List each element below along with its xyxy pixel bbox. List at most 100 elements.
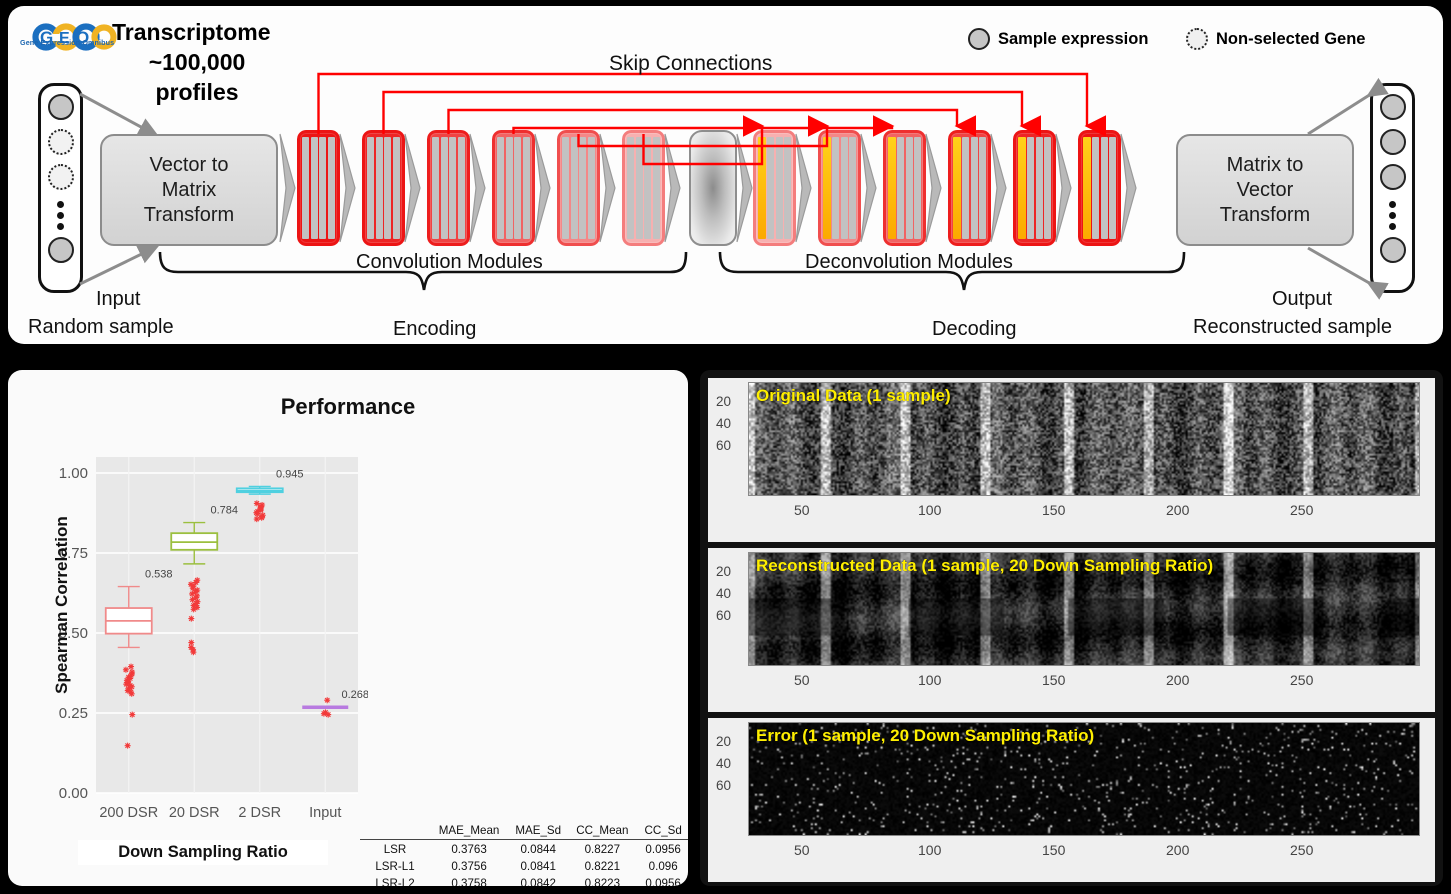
module-gray-bar — [319, 137, 326, 238]
heatmap-xtick: 100 — [918, 842, 941, 858]
outlier — [190, 649, 196, 655]
heatmap-title-reconstructed: Reconstructed Data (1 sample, 20 Down Sa… — [756, 556, 1213, 576]
boxplot-ytick: 0.00 — [59, 785, 88, 802]
module-gray-bar — [1027, 137, 1034, 238]
convolution-modules-label: Convolution Modules — [356, 251, 543, 274]
module-gray-bar — [579, 137, 586, 238]
boxplot-xtick: 200 DSR — [99, 805, 158, 821]
table-cell-value: 0.0956 — [636, 840, 688, 858]
module-gray-bar — [302, 137, 309, 238]
module-gray-bar — [962, 137, 969, 238]
outlier — [123, 667, 129, 673]
module-gray-bar — [1092, 137, 1099, 238]
table-header-method — [360, 822, 430, 840]
module-gray-bar — [523, 137, 530, 238]
module-gray-bar — [506, 137, 513, 238]
outlier — [188, 616, 194, 622]
outlier — [191, 606, 197, 612]
boxplot-xtick: 20 DSR — [169, 805, 220, 821]
table-cell-method: LSR-L2 — [360, 875, 430, 886]
heatmap-block-original: Original Data (1 sample) 20 40 60 50 100 150 20… — [708, 378, 1435, 542]
module-gray-bar — [776, 137, 783, 238]
boxplot-annotation: 0.268 — [341, 689, 368, 701]
table-row: LSR-L2 0.3758 0.0842 0.8223 0.0956 — [360, 875, 688, 886]
boxplot-annotation: 0.945 — [276, 468, 304, 480]
module-gray-bar — [897, 137, 904, 238]
boxplot-annotation: 0.784 — [210, 505, 238, 517]
heatmap-xtick: 150 — [1042, 502, 1065, 518]
deconvolution-modules-label: Deconvolution Modules — [805, 251, 1013, 274]
module-gray-bar — [767, 137, 774, 238]
outlier — [128, 664, 134, 670]
latent-module — [689, 130, 737, 246]
output-sublabel: Reconstructed sample — [1193, 316, 1392, 339]
deconvolution-module-6 — [1078, 130, 1121, 246]
module-gray-bar — [384, 137, 391, 238]
outlier — [125, 743, 131, 749]
module-gray-bar — [1101, 137, 1108, 238]
heatmap-ytick: 60 — [716, 438, 731, 453]
heatmap-xtick: 250 — [1290, 842, 1313, 858]
module-gold-bar — [888, 137, 896, 238]
module-gray-bar — [432, 137, 439, 238]
module-gray-bar — [1036, 137, 1043, 238]
deconvolution-module-5 — [1013, 130, 1056, 246]
boxplot-xlabel: Down Sampling Ratio — [78, 840, 328, 865]
heatmap-xtick: 150 — [1042, 842, 1065, 858]
module-gray-bar — [311, 137, 318, 238]
deconvolution-module-2 — [818, 130, 861, 246]
heatmap-ytick: 40 — [716, 586, 731, 601]
table-cell-value: 0.0844 — [508, 840, 568, 858]
module-gold-bar — [1083, 137, 1091, 238]
vector-to-matrix-box: Vector to Matrix Transform — [100, 134, 278, 246]
input-sublabel: Random sample — [28, 316, 174, 339]
heatmap-ytick: 20 — [716, 394, 731, 409]
table-cell-value: 0.8221 — [568, 858, 636, 875]
boxplot-xtick: 2 DSR — [238, 805, 281, 821]
module-gray-bar — [367, 137, 374, 238]
outlier — [321, 711, 327, 717]
module-gray-bar — [914, 137, 921, 238]
deconvolution-module-4 — [948, 130, 991, 246]
convolution-module-6 — [622, 130, 665, 246]
output-label: Output — [1272, 288, 1332, 311]
outlier — [324, 697, 330, 703]
module-gold-bar — [1018, 137, 1026, 238]
module-gray-bar — [653, 137, 660, 238]
module-gray-bar — [441, 137, 448, 238]
boxplot-ytick: 1.00 — [59, 465, 88, 482]
heatmap-panel: Original Data (1 sample) 20 40 60 50 100 150 20… — [700, 370, 1443, 886]
boxplot-chart: 0.00 0.25 0.50 0.75 1.00 0.538 200 DSR 0.784 20 … — [38, 445, 368, 865]
table-header-CC_Mean: CC_Mean — [568, 822, 636, 840]
heatmap-xtick: 50 — [794, 502, 810, 518]
table-header-MAE_Sd: MAE_Sd — [508, 822, 568, 840]
heatmap-xtick: 200 — [1166, 672, 1189, 688]
table-cell-method: LSR-L1 — [360, 858, 430, 875]
heatmap-title-error: Error (1 sample, 20 Down Sampling Ratio) — [756, 726, 1094, 746]
performance-panel: Performance 0.00 0.25 0.50 0.75 1.00 0.538 200… — [8, 370, 688, 886]
module-gray-bar — [841, 137, 848, 238]
heatmap-xtick: 200 — [1166, 842, 1189, 858]
convolution-module-3 — [427, 130, 470, 246]
table-cell-value: 0.0841 — [508, 858, 568, 875]
module-gold-bar — [953, 137, 961, 238]
table-cell-value: 0.8227 — [568, 840, 636, 858]
heatmap-xtick: 100 — [918, 672, 941, 688]
encoding-label: Encoding — [393, 318, 476, 341]
decoding-label: Decoding — [932, 318, 1017, 341]
convolution-module-1 — [297, 130, 340, 246]
input-label: Input — [96, 288, 140, 311]
table-cell-value: 0.096 — [636, 858, 688, 875]
heatmap-ytick: 20 — [716, 564, 731, 579]
module-gold-bar — [823, 137, 831, 238]
heatmap-ytick: 60 — [716, 778, 731, 793]
boxplot-ylabel: Spearman Correlation — [52, 495, 72, 715]
outlier — [259, 515, 265, 521]
outlier — [254, 516, 260, 522]
module-gray-bar — [644, 137, 651, 238]
module-gold-bar — [758, 137, 766, 238]
architecture-panel: G E O Gene Expression Omnibus Transcript… — [8, 6, 1443, 344]
heatmap-ytick: 40 — [716, 756, 731, 771]
heatmap-ytick: 40 — [716, 416, 731, 431]
skip-connections-label: Skip Connections — [609, 52, 772, 76]
